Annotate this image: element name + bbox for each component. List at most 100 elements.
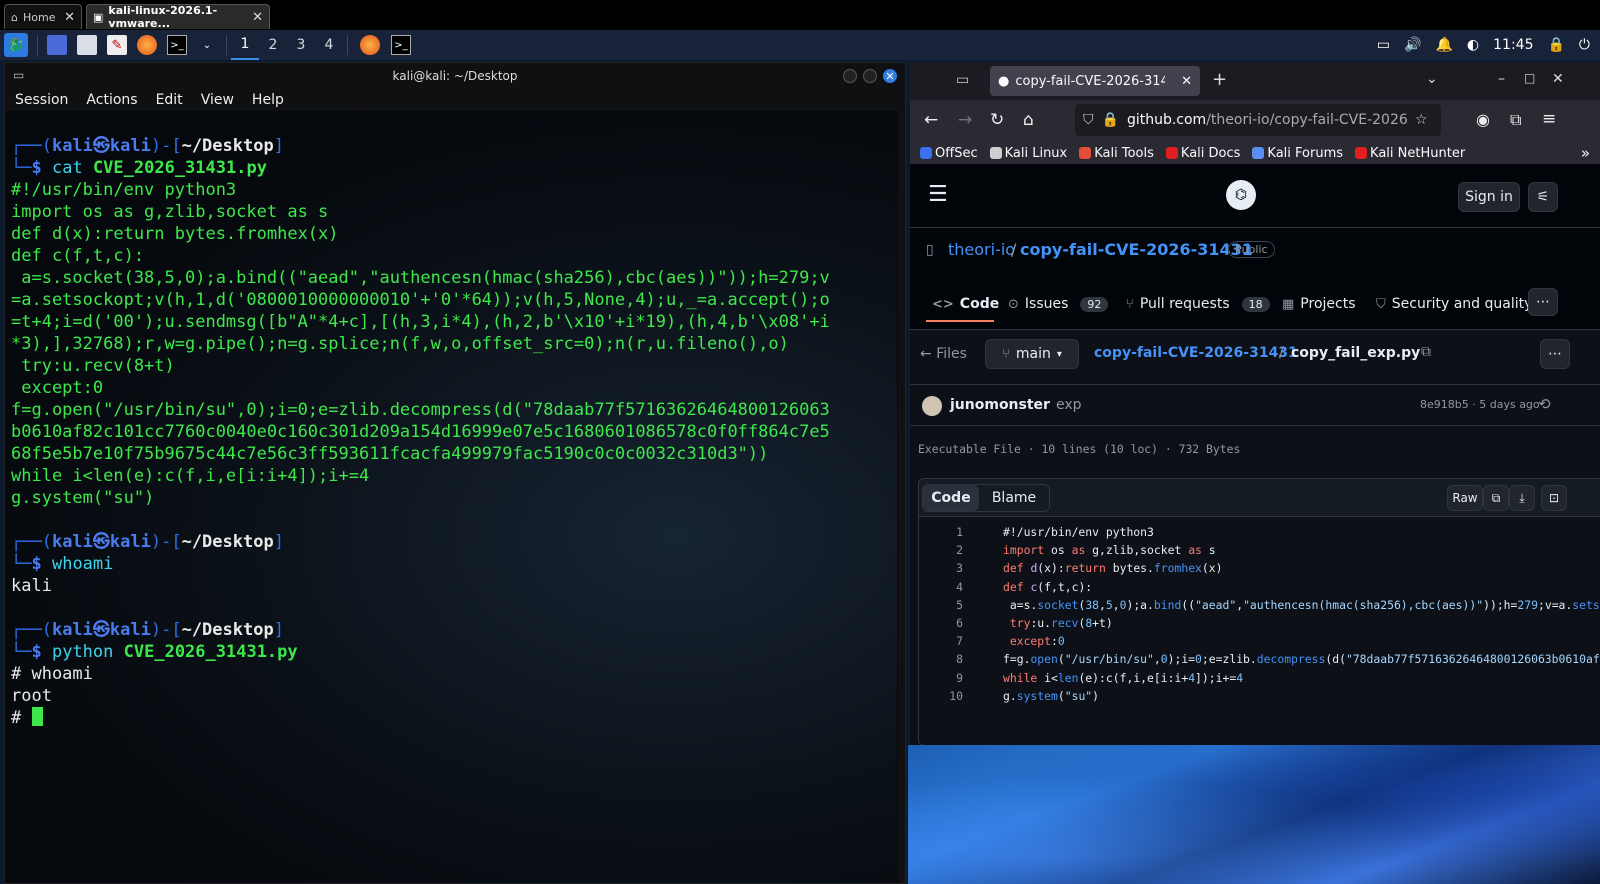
tab-pull-requests[interactable]: ⑂ Pull requests 18: [1126, 284, 1270, 324]
file-manager-icon[interactable]: [77, 35, 97, 55]
terminal-window[interactable]: ▭ kali@kali: ~/Desktop ✕ Session Actions…: [4, 62, 906, 884]
terminal-titlebar[interactable]: ▭ kali@kali: ~/Desktop ✕: [5, 63, 905, 89]
account-icon[interactable]: ◉: [1476, 110, 1490, 129]
workspace-3[interactable]: 3: [287, 30, 315, 60]
history-icon[interactable]: ⟲: [1538, 395, 1551, 413]
view-code-button[interactable]: Code: [923, 485, 979, 511]
symbols-icon[interactable]: ⊡: [1541, 485, 1567, 511]
text-editor-icon[interactable]: ✎: [107, 35, 127, 55]
menu-view[interactable]: View: [201, 92, 234, 108]
list-tabs-icon[interactable]: ⌄: [1426, 71, 1438, 87]
close-button[interactable]: ✕: [883, 69, 897, 83]
more-tabs-icon[interactable]: ⋯: [1528, 288, 1558, 316]
firefox-window-icon[interactable]: [360, 35, 380, 55]
github-logo-icon[interactable]: ⌬: [1226, 180, 1256, 210]
line-number[interactable]: 10: [919, 689, 963, 707]
minimize-button[interactable]: [843, 69, 857, 83]
line-number[interactable]: 8: [919, 652, 963, 670]
bell-icon[interactable]: 🔔: [1435, 37, 1452, 53]
commit-author[interactable]: junomonster: [950, 397, 1050, 413]
branch-select[interactable]: ⑂ main ▾: [985, 339, 1079, 369]
terminal-output[interactable]: ┌──(kali㉿kali)-[~/Desktop] └─$ cat CVE_2…: [5, 111, 897, 883]
line-number[interactable]: 7: [919, 634, 963, 652]
file-more-icon[interactable]: ⋯: [1540, 339, 1570, 369]
line-number[interactable]: 3: [919, 561, 963, 579]
show-desktop-icon[interactable]: [47, 35, 67, 55]
browser-tab[interactable]: ● copy-fail-CVE-2026-3143 ✕: [990, 66, 1200, 96]
repo-name-link[interactable]: copy-fail-CVE-2026-31431: [1020, 240, 1253, 259]
avatar[interactable]: [922, 396, 942, 416]
bookmark-offsec[interactable]: OffSec: [920, 146, 978, 161]
bookmark-kali-forums[interactable]: Kali Forums: [1252, 146, 1343, 161]
host-tab-home[interactable]: ⌂ Home ✕: [4, 4, 82, 29]
url-text: github.com/theori-io/copy-fail-CVE-2026-…: [1127, 112, 1407, 128]
host-tab-kali[interactable]: ▣ kali-linux-2026.1-vmware... ✕: [86, 4, 270, 30]
menu-actions[interactable]: Actions: [86, 92, 137, 108]
new-tab-button[interactable]: +: [1212, 69, 1227, 90]
commit-sha-time[interactable]: 8e918b5 · 5 days ago: [1420, 398, 1540, 411]
maximize-button[interactable]: □: [1524, 71, 1535, 85]
clock[interactable]: 11:45: [1493, 37, 1533, 53]
terminal-icon[interactable]: >_: [167, 35, 187, 55]
tab-issues[interactable]: ⊙ Issues 92: [1008, 284, 1109, 324]
bookmark-kali-nethunter[interactable]: Kali NetHunter: [1355, 146, 1465, 161]
files-toggle[interactable]: ← Files: [920, 346, 967, 362]
back-icon[interactable]: ←: [924, 110, 938, 130]
download-icon[interactable]: ⤓: [1509, 485, 1535, 511]
menu-edit[interactable]: Edit: [156, 92, 183, 108]
bookmark-kali-linux[interactable]: Kali Linux: [989, 146, 1067, 161]
line-number[interactable]: 1: [919, 525, 963, 543]
menu-help[interactable]: Help: [252, 92, 284, 108]
close-icon[interactable]: ✕: [1181, 74, 1192, 89]
workspace-2[interactable]: 2: [259, 30, 287, 60]
raw-button[interactable]: Raw: [1447, 485, 1483, 511]
maximize-button[interactable]: [863, 69, 877, 83]
menu-icon[interactable]: ≡: [1542, 109, 1556, 129]
view-blame-button[interactable]: Blame: [979, 485, 1049, 511]
tab-code[interactable]: <> Code: [932, 284, 999, 324]
tab-security[interactable]: ⛉ Security and quality: [1376, 284, 1532, 324]
line-number[interactable]: 6: [919, 616, 963, 634]
terminal-scrollbar[interactable]: [898, 111, 905, 883]
power-icon[interactable]: ⏻: [1579, 37, 1590, 53]
lock-icon[interactable]: 🔒: [1547, 37, 1564, 53]
workspace-4[interactable]: 4: [315, 30, 343, 60]
close-icon[interactable]: ✕: [64, 10, 75, 25]
display-icon[interactable]: ▭: [1377, 37, 1390, 53]
bookmark-star-icon[interactable]: ☆: [1415, 112, 1428, 128]
settings-sliders-icon[interactable]: ⚟: [1528, 182, 1558, 212]
extensions-icon[interactable]: ⧉: [1510, 110, 1521, 130]
reload-icon[interactable]: ↻: [990, 110, 1004, 130]
commit-message[interactable]: exp: [1056, 397, 1082, 413]
chevron-right-icon[interactable]: »: [1581, 144, 1590, 162]
volume-icon[interactable]: 🔊: [1404, 37, 1421, 53]
close-button[interactable]: ✕: [1552, 71, 1564, 87]
minimize-button[interactable]: –: [1498, 71, 1505, 87]
line-number[interactable]: 5: [919, 598, 963, 616]
workspace-1[interactable]: 1: [231, 30, 259, 60]
hamburger-icon[interactable]: ☰: [928, 182, 948, 207]
chevron-down-icon[interactable]: ⌄: [197, 35, 217, 55]
terminal-window-icon[interactable]: >_: [391, 35, 411, 55]
kali-menu-icon[interactable]: 🐉: [4, 33, 28, 57]
tab-overview-icon[interactable]: ▭: [956, 72, 969, 88]
close-icon[interactable]: ✕: [252, 10, 263, 25]
firefox-icon[interactable]: [137, 35, 157, 55]
repo-owner-link[interactable]: theori-io: [948, 240, 1015, 259]
menu-session[interactable]: Session: [15, 92, 68, 108]
line-number[interactable]: 9: [919, 671, 963, 689]
sign-in-button[interactable]: Sign in: [1458, 182, 1520, 212]
copy-icon[interactable]: ⧉: [1483, 485, 1509, 511]
line-number[interactable]: 4: [919, 580, 963, 598]
power-status-icon[interactable]: ◐: [1467, 37, 1479, 53]
bookmark-kali-docs[interactable]: Kali Docs: [1165, 146, 1240, 161]
tab-projects[interactable]: ▦ Projects: [1282, 284, 1356, 324]
bookmark-kali-tools[interactable]: Kali Tools: [1079, 146, 1154, 161]
breadcrumb-repo[interactable]: copy-fail-CVE-2026-31431: [1094, 345, 1298, 361]
firefox-window[interactable]: ▭ ● copy-fail-CVE-2026-3143 ✕ + ⌄ – □ ✕ …: [910, 62, 1600, 745]
home-icon[interactable]: ⌂: [1023, 110, 1034, 130]
forward-icon[interactable]: →: [958, 110, 972, 130]
url-bar[interactable]: ⛉ 🔒 github.com/theori-io/copy-fail-CVE-2…: [1075, 104, 1441, 136]
copy-path-icon[interactable]: ⧉: [1421, 344, 1431, 360]
line-number[interactable]: 2: [919, 543, 963, 561]
